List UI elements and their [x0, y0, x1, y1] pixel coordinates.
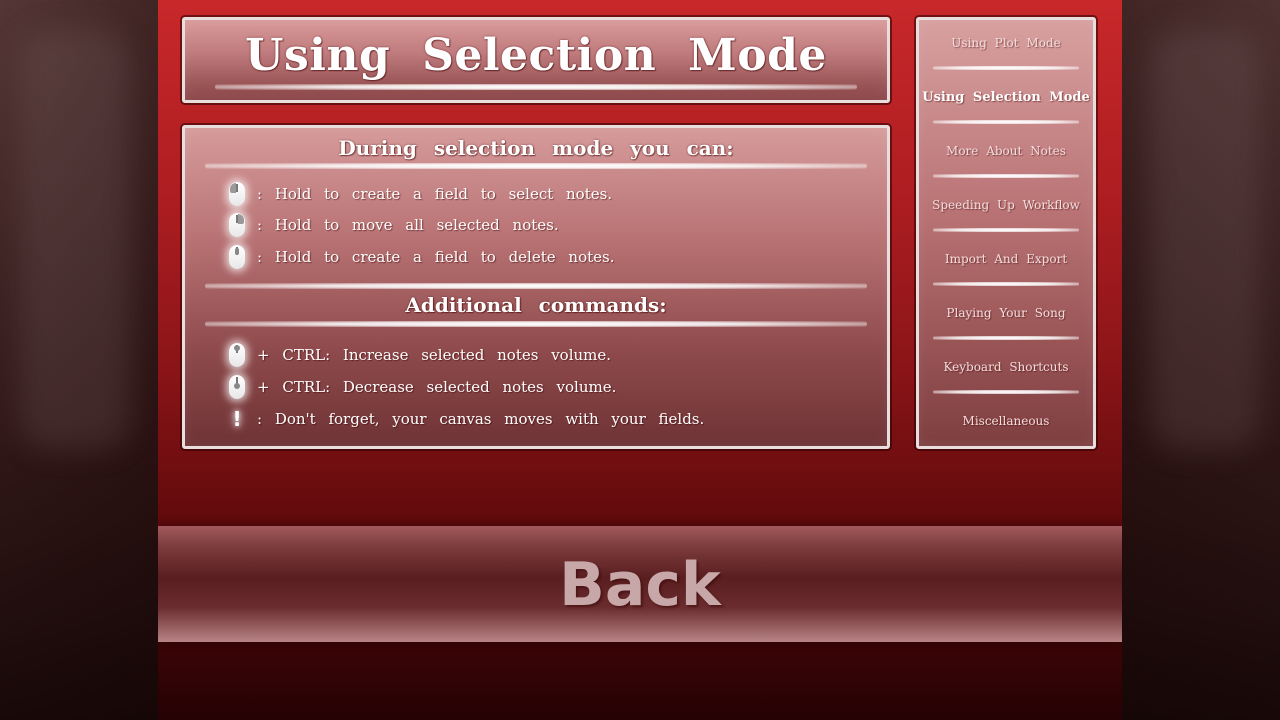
nav-item-using-plot-mode[interactable]: Using Plot Mode [919, 36, 1093, 50]
mouse-wheel-up-icon [229, 343, 245, 367]
nav-divider [933, 228, 1079, 232]
mouse-middle-click-icon [229, 245, 245, 269]
nav-divider [933, 282, 1079, 286]
title-underline [215, 84, 857, 90]
background-blur-right [1150, 30, 1260, 450]
instruction-row: + CTRL: Increase selected notes volume. [229, 341, 611, 369]
mouse-wheel-down-icon [229, 375, 245, 399]
instruction-text: : Hold to move all selected notes. [257, 216, 559, 234]
instruction-text: : Hold to create a field to delete notes… [257, 248, 615, 266]
back-button-label: Back [559, 550, 721, 620]
instruction-row: : Hold to create a field to select notes… [229, 180, 612, 208]
nav-item-import-and-export[interactable]: Import And Export [919, 252, 1093, 266]
nav-item-keyboard-shortcuts[interactable]: Keyboard Shortcuts [919, 360, 1093, 374]
content-panel: During selection mode you can: : Hold to… [182, 125, 890, 449]
nav-divider [933, 336, 1079, 340]
back-button[interactable]: Back [158, 526, 1122, 642]
nav-divider [933, 66, 1079, 70]
title-panel: Using Selection Mode [182, 17, 890, 103]
help-screen: Using Selection Mode During selection mo… [158, 0, 1122, 720]
nav-item-speeding-up-workflow[interactable]: Speeding Up Workflow [919, 198, 1093, 212]
section-heading-selection: During selection mode you can: [338, 136, 734, 160]
instruction-row: : Hold to move all selected notes. [229, 211, 559, 239]
nav-divider [933, 174, 1079, 178]
section-divider [205, 283, 867, 289]
page-title: Using Selection Mode [245, 30, 827, 81]
instruction-row: : Hold to create a field to delete notes… [229, 243, 614, 271]
instruction-text: : Don't forget, your canvas moves with y… [257, 410, 705, 428]
nav-item-more-about-notes[interactable]: More About Notes [919, 144, 1093, 158]
mouse-right-click-icon [229, 213, 245, 237]
instruction-text: : Hold to create a field to select notes… [257, 185, 613, 203]
section-heading-additional: Additional commands: [405, 293, 667, 317]
instruction-text: + CTRL: Increase selected notes volume. [257, 346, 612, 364]
nav-divider [933, 390, 1079, 394]
nav-divider [933, 120, 1079, 124]
section-divider [205, 321, 867, 327]
exclamation-icon: ! [232, 407, 242, 431]
help-topics-nav: Using Plot Mode Using Selection Mode Mor… [916, 17, 1096, 449]
instruction-row: + CTRL: Decrease selected notes volume. [229, 373, 616, 401]
nav-item-using-selection-mode[interactable]: Using Selection Mode [919, 90, 1093, 105]
background-blur-left [20, 30, 130, 450]
section-divider [205, 163, 867, 169]
instruction-row: ! : Don't forget, your canvas moves with… [229, 405, 704, 433]
mouse-left-click-icon [229, 182, 245, 206]
nav-item-miscellaneous[interactable]: Miscellaneous [919, 414, 1093, 428]
nav-item-playing-your-song[interactable]: Playing Your Song [919, 306, 1093, 320]
instruction-text: + CTRL: Decrease selected notes volume. [257, 378, 617, 396]
